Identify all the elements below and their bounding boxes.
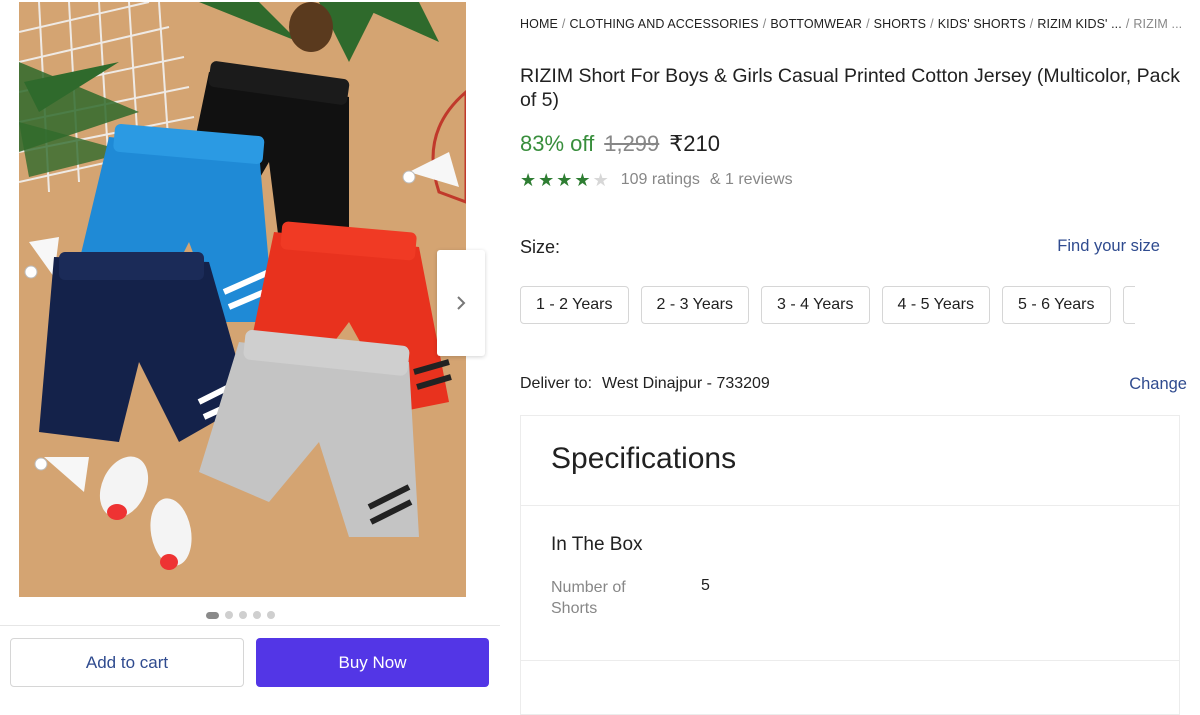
breadcrumb-item[interactable]: BOTTOMWEAR: [770, 17, 862, 31]
breadcrumb-item[interactable]: HOME: [520, 17, 558, 31]
next-image-button[interactable]: [437, 250, 485, 356]
size-options: 1 - 2 Years 2 - 3 Years 3 - 4 Years 4 - …: [520, 286, 1135, 324]
breadcrumb-item[interactable]: CLOTHING AND ACCESSORIES: [569, 17, 758, 31]
pagination-dot[interactable]: [267, 611, 275, 619]
specifications-card: Specifications In The Box Number of Shor…: [520, 415, 1180, 715]
breadcrumb-item[interactable]: RIZIM KIDS' ...: [1037, 17, 1121, 31]
spec-section-title: In The Box: [551, 534, 643, 555]
specifications-title: Specifications: [551, 442, 737, 475]
size-option[interactable]: 1 - 2 Years: [520, 286, 629, 324]
price-row: 83% off 1,299 ₹210: [520, 131, 720, 157]
star-rating: ★ ★ ★ ★ ★: [520, 170, 609, 190]
purchase-bar: Add to cart Buy Now: [0, 625, 500, 689]
size-option-overflow[interactable]: [1122, 286, 1135, 324]
star-empty-icon: ★: [592, 170, 609, 190]
buy-now-button[interactable]: Buy Now: [256, 638, 489, 687]
reviews-count[interactable]: & 1 reviews: [710, 171, 793, 189]
star-filled-icon: ★: [520, 170, 537, 190]
size-option[interactable]: 3 - 4 Years: [761, 286, 870, 324]
product-image[interactable]: [19, 2, 466, 597]
product-title: RIZIM Short For Boys & Girls Casual Prin…: [520, 65, 1180, 111]
spec-key: Number of Shorts: [551, 579, 626, 617]
change-location-link[interactable]: Change: [1129, 375, 1187, 394]
delivery-location: West Dinajpur - 733209: [602, 375, 770, 392]
size-option[interactable]: 5 - 6 Years: [1002, 286, 1111, 324]
image-pagination: [206, 611, 275, 619]
spec-value: 5: [701, 577, 710, 594]
chevron-right-icon: [457, 296, 466, 310]
original-price: 1,299: [604, 131, 660, 156]
shorts-photo: [19, 2, 466, 597]
delivery-info: Deliver to: West Dinajpur - 733209: [520, 375, 770, 393]
pagination-dot[interactable]: [253, 611, 261, 619]
size-label: Size:: [520, 237, 561, 257]
pagination-dot[interactable]: [206, 611, 219, 619]
rating-row: ★ ★ ★ ★ ★ 109 ratings & 1 reviews: [520, 170, 803, 190]
divider: [521, 505, 1179, 506]
star-filled-icon: ★: [556, 170, 573, 190]
deliver-label: Deliver to:: [520, 375, 593, 392]
star-filled-icon: ★: [538, 170, 555, 190]
pagination-dot[interactable]: [225, 611, 233, 619]
ratings-count[interactable]: 109 ratings: [621, 171, 700, 189]
breadcrumb-item[interactable]: KIDS' SHORTS: [938, 17, 1026, 31]
breadcrumb: HOME / CLOTHING AND ACCESSORIES / BOTTOMWEAR…: [520, 17, 1183, 31]
add-to-cart-button[interactable]: Add to cart: [10, 638, 244, 687]
size-option[interactable]: 2 - 3 Years: [640, 286, 749, 324]
discount-text: 83% off: [520, 131, 595, 156]
star-filled-icon: ★: [574, 170, 591, 190]
selling-price: ₹210: [669, 131, 720, 156]
find-your-size-link[interactable]: Find your size: [1057, 237, 1160, 256]
breadcrumb-current: RIZIM ...: [1133, 17, 1183, 31]
breadcrumb-item[interactable]: SHORTS: [874, 17, 926, 31]
divider: [521, 660, 1179, 661]
pagination-dot[interactable]: [239, 611, 247, 619]
size-option[interactable]: 4 - 5 Years: [881, 286, 990, 324]
